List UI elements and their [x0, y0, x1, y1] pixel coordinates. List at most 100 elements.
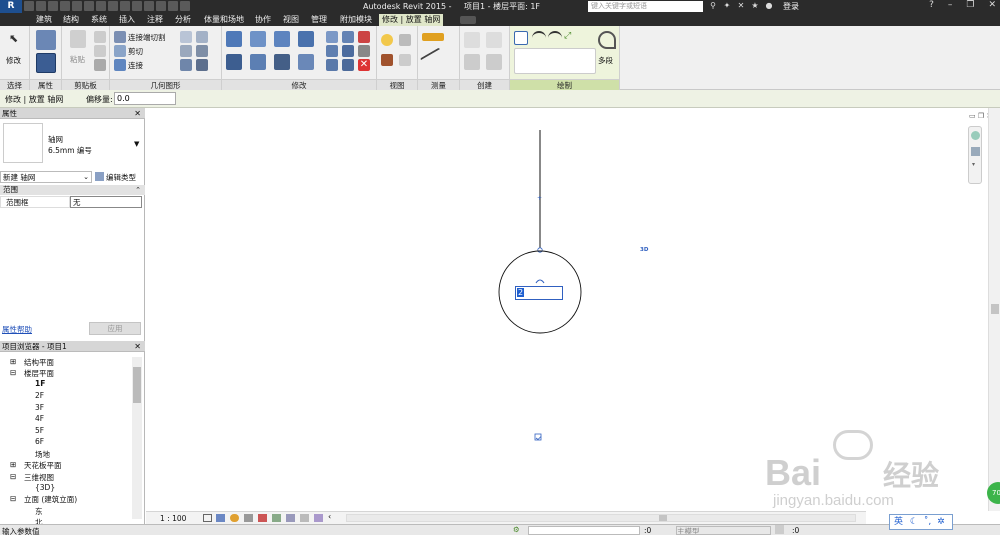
- edit-type-icon[interactable]: [95, 172, 104, 181]
- cut-icon[interactable]: [94, 31, 106, 43]
- scrollbar-thumb[interactable]: [991, 304, 999, 314]
- close-icon[interactable]: ✕: [134, 108, 141, 119]
- cut-label[interactable]: 剪切: [128, 46, 143, 57]
- beam-join-icon[interactable]: [180, 59, 192, 71]
- browser-item-site[interactable]: 场地: [35, 449, 50, 460]
- show-crop-icon[interactable]: [272, 514, 281, 522]
- print-icon[interactable]: [84, 1, 94, 11]
- aligned-dimension-icon[interactable]: [419, 47, 447, 71]
- minimize-icon[interactable]: –: [948, 0, 953, 10]
- redo-icon[interactable]: [72, 1, 82, 11]
- application-menu-button[interactable]: R: [0, 0, 22, 13]
- create-parts-icon[interactable]: [464, 54, 480, 70]
- edit-type-button[interactable]: 编辑类型: [106, 172, 136, 183]
- crop-view-icon[interactable]: [258, 514, 267, 522]
- panel-draw-label[interactable]: 绘制: [510, 79, 619, 90]
- panel-geometry-label[interactable]: 几何图形: [110, 79, 221, 90]
- ime-language[interactable]: 英: [894, 517, 903, 527]
- join-icon[interactable]: [114, 59, 126, 71]
- panel-measure-label[interactable]: 测量: [418, 79, 459, 90]
- grid-label-input[interactable]: 2: [515, 286, 563, 300]
- demolish-icon[interactable]: [196, 45, 208, 57]
- new-instance-selector[interactable]: 新建 轴网 ⌄: [0, 171, 92, 183]
- type-name[interactable]: 轴网: [48, 134, 63, 145]
- center-ends-arc-icon[interactable]: [548, 31, 562, 45]
- ime-toolbar[interactable]: 英 ☾ ˚, ✲: [889, 514, 953, 530]
- 3d-view-icon[interactable]: [132, 1, 142, 11]
- delete-icon[interactable]: ✕: [358, 59, 370, 71]
- tab-options-icon[interactable]: [460, 16, 476, 24]
- trim-multiple-icon[interactable]: [342, 59, 354, 71]
- browser-item-3d[interactable]: {3D}: [35, 483, 55, 492]
- paste-label[interactable]: 粘贴: [70, 54, 85, 65]
- align-icon[interactable]: [226, 31, 242, 47]
- param-value-field[interactable]: 无: [70, 196, 142, 208]
- punctuation-icon[interactable]: ˚,: [924, 517, 931, 527]
- cope-icon[interactable]: [114, 31, 126, 43]
- panel-create-label[interactable]: 创建: [460, 79, 509, 90]
- measure-icon[interactable]: [96, 1, 106, 11]
- array-icon[interactable]: [326, 45, 338, 57]
- tab-modify-place-grid[interactable]: 修改 | 放置 轴网: [379, 14, 444, 26]
- tree-expand-icon[interactable]: ⊞: [10, 460, 16, 469]
- create-assembly-icon[interactable]: [486, 32, 502, 48]
- browser-item-2f[interactable]: 2F: [35, 391, 44, 400]
- zoom-icon[interactable]: [971, 147, 980, 156]
- tab-analyze[interactable]: 分析: [175, 14, 191, 26]
- grid-endpoint-grip[interactable]: [537, 247, 543, 253]
- split-icon[interactable]: [326, 31, 338, 43]
- panel-modify-label[interactable]: 修改: [222, 79, 376, 90]
- more-controls-icon[interactable]: ‹: [328, 512, 331, 521]
- panel-properties-label[interactable]: 属性: [30, 79, 61, 90]
- browser-item-3f[interactable]: 3F: [35, 403, 44, 412]
- tab-architecture[interactable]: 建筑: [36, 14, 52, 26]
- split-gap-icon[interactable]: [342, 31, 354, 43]
- panel-clipboard-label[interactable]: 剪贴板: [62, 79, 109, 90]
- browser-item-3d-views[interactable]: 三维视图: [24, 472, 54, 483]
- nav-dropdown-icon[interactable]: ▾: [972, 161, 975, 168]
- split-face-icon[interactable]: [180, 31, 192, 43]
- view-scale[interactable]: 1 : 100: [160, 514, 186, 523]
- scrollbar-thumb[interactable]: [659, 515, 667, 521]
- browser-item-1f[interactable]: 1F: [35, 379, 45, 388]
- binoculars-icon[interactable]: ⚲: [708, 1, 718, 11]
- undo-icon[interactable]: [60, 1, 70, 11]
- property-group-header[interactable]: 范围 ⌃: [0, 185, 145, 195]
- help-icon[interactable]: ?: [929, 0, 934, 10]
- open-icon[interactable]: [24, 1, 34, 11]
- panel-view-label[interactable]: 视图: [377, 79, 417, 90]
- override-graphics-icon[interactable]: [399, 34, 411, 46]
- paint-icon[interactable]: [196, 31, 208, 43]
- create-similar-icon[interactable]: [486, 54, 502, 70]
- browser-item-4f[interactable]: 4F: [35, 414, 44, 423]
- section-icon[interactable]: [144, 1, 154, 11]
- close-hidden-icon[interactable]: [168, 1, 178, 11]
- unpin-icon[interactable]: [358, 31, 370, 43]
- tab-view[interactable]: 视图: [283, 14, 299, 26]
- copy-icon[interactable]: [94, 45, 106, 57]
- switch-windows-icon[interactable]: [180, 1, 190, 11]
- tab-insert[interactable]: 插入: [119, 14, 135, 26]
- offset-icon[interactable]: [250, 31, 266, 47]
- properties-icon[interactable]: [36, 30, 56, 50]
- panel-select-label[interactable]: 选择: [0, 79, 29, 90]
- paste-icon[interactable]: [70, 30, 86, 48]
- copy-element-icon[interactable]: [250, 54, 266, 70]
- text-icon[interactable]: [120, 1, 130, 11]
- browser-scrollbar[interactable]: [132, 357, 142, 519]
- pick-lines-icon[interactable]: ⤢: [564, 31, 578, 45]
- design-option-selector[interactable]: [676, 526, 771, 535]
- tab-annotate[interactable]: 注释: [147, 14, 163, 26]
- thin-lines-icon[interactable]: [156, 1, 166, 11]
- visual-style-icon[interactable]: [216, 514, 225, 522]
- mirror-axis-icon[interactable]: [274, 31, 290, 47]
- save-icon[interactable]: [36, 1, 46, 11]
- settings-icon[interactable]: ✲: [937, 517, 945, 527]
- close-icon[interactable]: ✕: [988, 0, 996, 10]
- hide-isolate-icon[interactable]: [381, 34, 393, 46]
- sync-icon[interactable]: [48, 1, 58, 11]
- browser-item-ceiling-plans[interactable]: 天花板平面: [24, 460, 62, 471]
- vertical-scrollbar[interactable]: [988, 108, 1000, 511]
- star-icon[interactable]: ★: [750, 1, 760, 11]
- browser-item-5f[interactable]: 5F: [35, 426, 44, 435]
